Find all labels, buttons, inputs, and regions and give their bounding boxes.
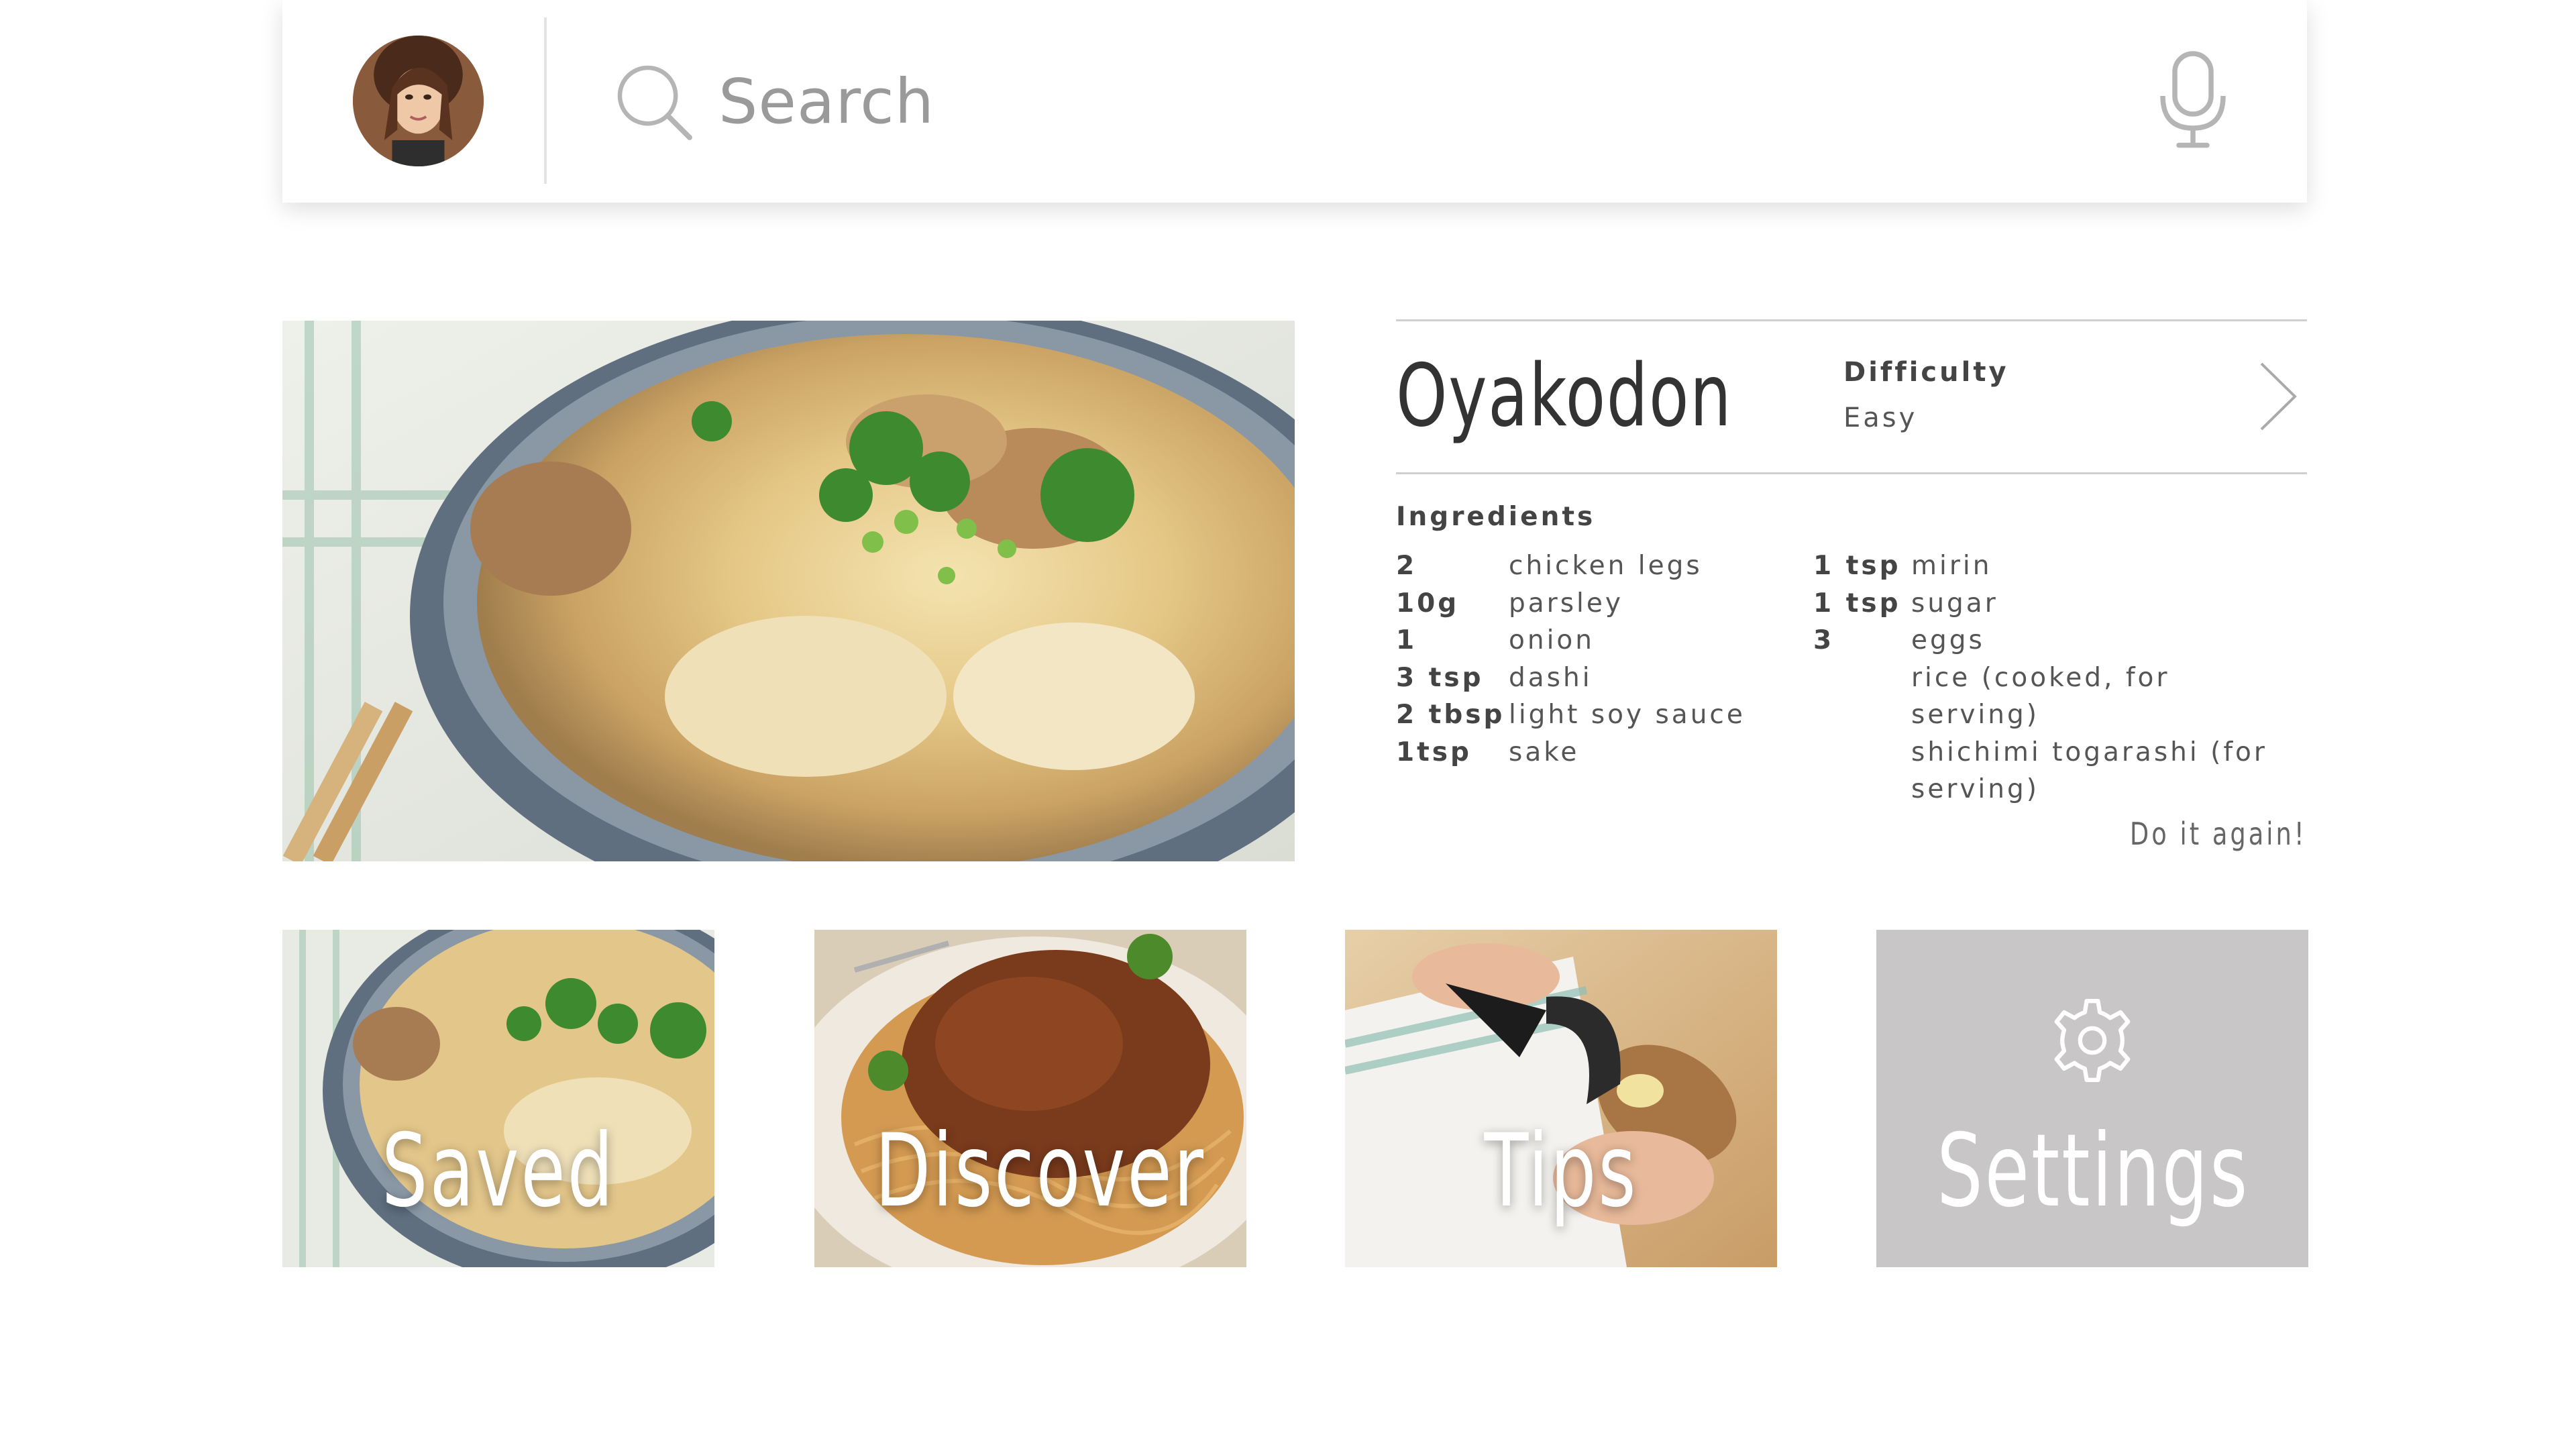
ingredient-quantity: 10g <box>1396 588 1460 619</box>
ingredient-row: shichimi togarashi (for <box>1813 734 2307 771</box>
ingredient-name: sugar <box>1911 588 1998 619</box>
user-avatar[interactable] <box>353 36 484 166</box>
ingredient-quantity: 1 tsp <box>1813 588 1901 619</box>
ingredient-name: sake <box>1509 737 1580 767</box>
difficulty-value: Easy <box>1843 402 1918 433</box>
ingredient-row: 3 eggs <box>1813 622 2307 659</box>
ingredients-list-right: 1 tsp mirin 1 tsp sugar 3 eggs rice (coo… <box>1813 547 2307 808</box>
ingredient-name: parsley <box>1509 588 1623 619</box>
ingredient-row: 10g parsley <box>1396 585 1799 623</box>
ingredient-quantity <box>1813 734 1911 771</box>
ingredient-row: serving) <box>1813 771 2307 808</box>
microphone-icon[interactable] <box>2153 50 2233 150</box>
ingredient-quantity: 3 <box>1813 625 1835 655</box>
ingredient-row: 1 tsp mirin <box>1813 547 2307 585</box>
recipe-details: Oyakodon Difficulty Easy Ingredients 2 c… <box>1396 319 2307 863</box>
tile-saved-label: Saved <box>381 1113 616 1230</box>
search-input[interactable] <box>718 58 2161 145</box>
search-divider <box>544 17 547 184</box>
ingredient-row: 3 tsp dashi <box>1396 659 1799 697</box>
divider-bottom <box>1396 472 2307 474</box>
search-bar <box>282 0 2307 203</box>
tile-discover-label: Discover <box>875 1113 1205 1230</box>
tile-settings[interactable]: Settings <box>1876 930 2308 1267</box>
recipe-hero-image <box>282 321 1295 861</box>
ingredient-name: onion <box>1509 625 1595 655</box>
ingredient-name: rice (cooked, for serving) <box>1911 662 2170 731</box>
ingredient-quantity <box>1813 659 1911 734</box>
ingredient-name: chicken legs <box>1509 551 1703 581</box>
ingredient-row: rice (cooked, for serving) <box>1813 659 2307 734</box>
difficulty-label: Difficulty <box>1843 357 2009 388</box>
tile-saved[interactable]: Saved <box>282 930 714 1267</box>
ingredient-quantity: 1 <box>1396 625 1417 655</box>
ingredient-quantity <box>1813 771 1911 808</box>
ingredient-quantity: 2 tbsp <box>1396 700 1505 730</box>
tile-tips[interactable]: Tips <box>1345 930 1777 1267</box>
tile-discover[interactable]: Discover <box>814 930 1246 1267</box>
ingredient-quantity: 2 <box>1396 551 1417 581</box>
ingredient-row: 1tsp sake <box>1396 734 1799 771</box>
tile-tips-label: Tips <box>1484 1113 1638 1230</box>
chevron-right-icon[interactable] <box>2256 360 2300 433</box>
ingredient-name: light soy sauce <box>1509 700 1746 730</box>
ingredient-name: eggs <box>1911 625 1985 655</box>
ingredient-quantity: 1 tsp <box>1813 551 1901 581</box>
ingredient-quantity: 3 tsp <box>1396 662 1484 693</box>
ingredient-name: mirin <box>1911 551 1992 581</box>
gear-icon <box>2054 999 2131 1082</box>
ingredient-name: shichimi togarashi (for <box>1911 737 2267 767</box>
tile-settings-label: Settings <box>1937 1113 2250 1230</box>
ingredient-row: 1 tsp sugar <box>1813 585 2307 623</box>
ingredient-quantity: 1tsp <box>1396 737 1472 767</box>
ingredients-heading: Ingredients <box>1396 502 1596 532</box>
divider-top <box>1396 319 2307 321</box>
ingredient-row: 1 onion <box>1396 622 1799 659</box>
ingredient-name: serving) <box>1911 774 2039 804</box>
ingredient-row: 2 tbsp light soy sauce <box>1396 696 1799 734</box>
avatar-portrait <box>353 36 484 166</box>
oyakodon-photo <box>282 321 1295 861</box>
ingredient-row: 2 chicken legs <box>1396 547 1799 585</box>
do-it-again-link[interactable]: Do it again! <box>2130 816 2307 852</box>
recipe-title: Oyakodon <box>1396 346 1733 446</box>
ingredients-list-left: 2 chicken legs 10g parsley 1 onion 3 tsp… <box>1396 547 1799 771</box>
search-icon[interactable] <box>611 59 698 146</box>
ingredient-name: dashi <box>1509 662 1593 693</box>
